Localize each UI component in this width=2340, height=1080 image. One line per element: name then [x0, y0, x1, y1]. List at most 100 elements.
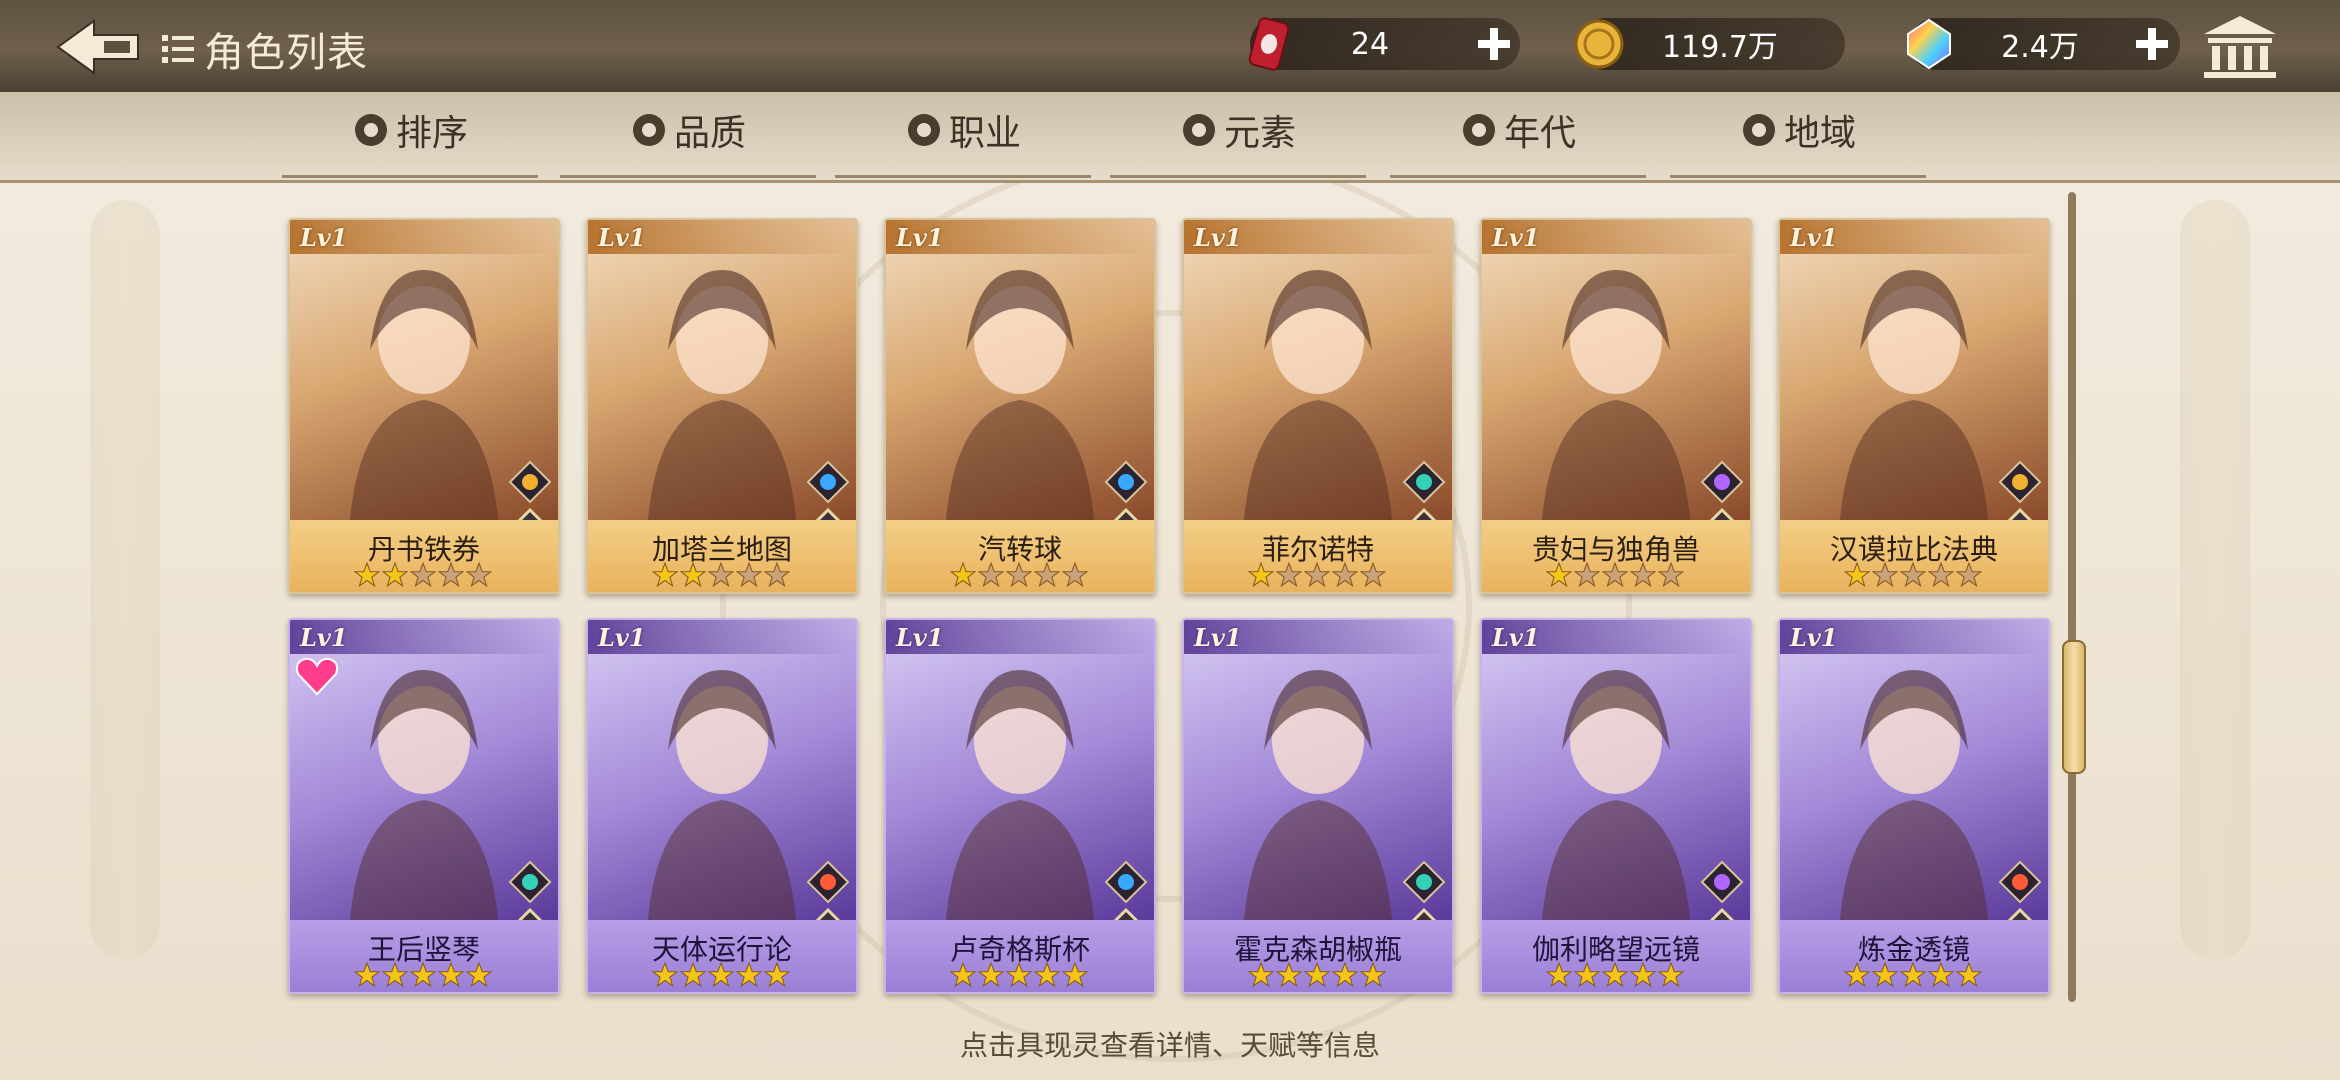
class-icon	[908, 114, 940, 146]
scrollbar-track[interactable]	[2068, 192, 2076, 1002]
star-empty-icon	[736, 562, 762, 588]
star-filled-icon	[1546, 562, 1572, 588]
star-rating	[1248, 562, 1386, 588]
card-name-bar: 卢奇格斯杯	[886, 920, 1154, 992]
wind-element-icon	[508, 860, 552, 904]
add-soda-button[interactable]	[1472, 22, 1516, 66]
filter-label: 职业	[949, 113, 1022, 154]
star-filled-icon	[1844, 562, 1870, 588]
star-empty-icon	[1034, 562, 1060, 588]
star-filled-icon	[1034, 962, 1060, 988]
character-card[interactable]: Lv1 卢奇格斯杯	[884, 618, 1156, 994]
filter-label: 地域	[1784, 113, 1857, 154]
back-button[interactable]	[52, 12, 146, 82]
plus-icon	[2136, 28, 2168, 60]
level-badge: Lv1	[1780, 220, 2048, 254]
star-filled-icon	[1630, 962, 1656, 988]
add-gem-button[interactable]	[2130, 22, 2174, 66]
back-arrow-icon	[56, 19, 139, 75]
character-card[interactable]: Lv1 炼金透镜	[1778, 618, 2050, 994]
star-filled-icon	[382, 962, 408, 988]
wind-element-icon	[1402, 460, 1446, 504]
star-filled-icon	[1006, 962, 1032, 988]
star-empty-icon	[466, 562, 492, 588]
level-badge: Lv1	[886, 620, 1154, 654]
filter-tab-era[interactable]: 年代	[1390, 100, 1647, 178]
star-filled-icon	[1900, 962, 1926, 988]
star-filled-icon	[652, 562, 678, 588]
water-element-icon	[1104, 460, 1148, 504]
filter-tab-class[interactable]: 职业	[835, 100, 1092, 178]
hint-text: 点击具现灵查看详情、天赋等信息	[959, 1029, 1380, 1062]
character-card[interactable]: Lv1 贵妇与独角兽	[1480, 218, 1752, 594]
star-rating	[1546, 962, 1684, 988]
star-empty-icon	[1304, 562, 1330, 588]
star-filled-icon	[1360, 962, 1386, 988]
star-filled-icon	[410, 962, 436, 988]
star-rating	[354, 962, 492, 988]
resource-soda: 24	[1248, 17, 1520, 71]
character-card[interactable]: Lv1 王后竖琴	[288, 618, 560, 994]
character-card[interactable]: Lv1 霍克森胡椒瓶	[1182, 618, 1454, 994]
star-filled-icon	[708, 962, 734, 988]
character-card[interactable]: Lv1 伽利略望远镜	[1480, 618, 1752, 994]
filter-underline	[282, 175, 539, 178]
gold-count: 119.7万	[1662, 30, 1778, 65]
character-card[interactable]: Lv1 天体运行论	[586, 618, 858, 994]
character-card[interactable]: Lv1 加塔兰地图	[586, 218, 858, 594]
resource-gold: 119.7万	[1574, 18, 1845, 70]
level-badge: Lv1	[290, 220, 558, 254]
star-filled-icon	[1062, 962, 1088, 988]
star-filled-icon	[1332, 962, 1358, 988]
soda-can-icon	[1248, 17, 1290, 71]
page-title-group: 角色列表	[160, 20, 368, 78]
filter-tab-element-swirl[interactable]: 元素	[1110, 100, 1367, 178]
filter-underline	[1110, 175, 1367, 178]
level-badge: Lv1	[1482, 220, 1750, 254]
star-empty-icon	[1928, 562, 1954, 588]
level-badge: Lv1	[588, 620, 856, 654]
star-filled-icon	[950, 562, 976, 588]
museum-button[interactable]	[2200, 12, 2284, 84]
character-card[interactable]: Lv1 汽转球	[884, 218, 1156, 594]
star-filled-icon	[1602, 962, 1628, 988]
left-pillar-ornament	[90, 200, 160, 960]
star-filled-icon	[652, 962, 678, 988]
list-icon	[162, 35, 194, 63]
top-bar: 角色列表 24 119.7万 2.4万	[0, 0, 2340, 96]
level-badge: Lv1	[1780, 620, 2048, 654]
star-empty-icon	[1062, 562, 1088, 588]
filter-tab-location-pin[interactable]: 地域	[1670, 100, 1927, 178]
gold-coin-icon	[1574, 19, 1624, 69]
filter-label: 元素	[1224, 113, 1297, 154]
card-name-bar: 天体运行论	[588, 920, 856, 992]
star-empty-icon	[1332, 562, 1358, 588]
star-filled-icon	[1928, 962, 1954, 988]
character-card[interactable]: Lv1 丹书铁券	[288, 218, 560, 594]
filter-underline	[1390, 175, 1647, 178]
gem-count: 2.4万	[2001, 30, 2079, 65]
character-card[interactable]: Lv1 菲尔诺特	[1182, 218, 1454, 594]
star-filled-icon	[1574, 962, 1600, 988]
scrollbar-thumb[interactable]	[2062, 640, 2086, 774]
filter-tab-sort[interactable]: 排序	[282, 100, 539, 178]
water-element-icon	[1104, 860, 1148, 904]
star-empty-icon	[1872, 562, 1898, 588]
star-empty-icon	[1630, 562, 1656, 588]
card-name-bar: 贵妇与独角兽	[1482, 520, 1750, 592]
star-filled-icon	[1248, 962, 1274, 988]
wind-element-icon	[1402, 860, 1446, 904]
star-empty-icon	[1276, 562, 1302, 588]
card-name-bar: 霍克森胡椒瓶	[1184, 920, 1452, 992]
filter-bar	[0, 92, 2340, 183]
character-card[interactable]: Lv1 汉谟拉比法典	[1778, 218, 2050, 594]
star-empty-icon	[1956, 562, 1982, 588]
star-empty-icon	[410, 562, 436, 588]
card-name-bar: 汉谟拉比法典	[1780, 520, 2048, 592]
star-filled-icon	[978, 962, 1004, 988]
star-filled-icon	[1546, 962, 1572, 988]
star-empty-icon	[764, 562, 790, 588]
card-name-bar: 伽利略望远镜	[1482, 920, 1750, 992]
star-filled-icon	[764, 962, 790, 988]
filter-tab-gem-quality[interactable]: 品质	[560, 100, 817, 178]
